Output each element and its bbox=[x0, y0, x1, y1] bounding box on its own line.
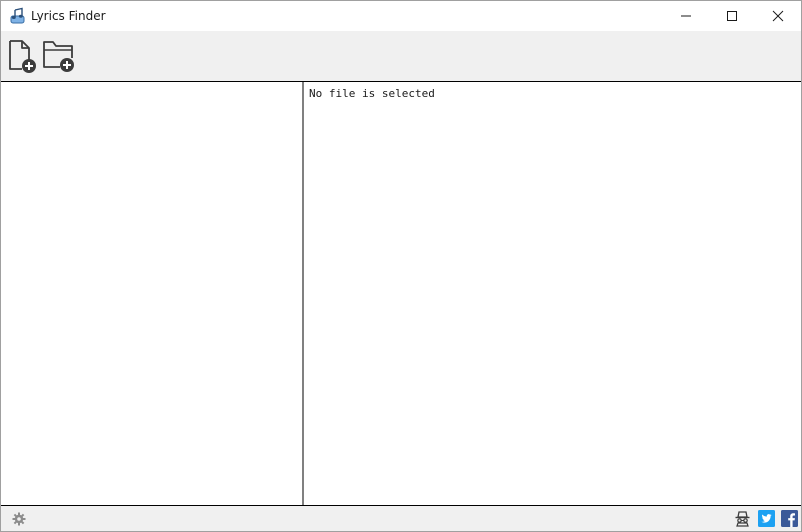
app-window: Lyrics Finder No file is selected bbox=[0, 0, 802, 532]
file-plus-icon bbox=[9, 40, 36, 73]
file-list-pane[interactable] bbox=[1, 82, 302, 505]
minimize-icon bbox=[681, 15, 691, 17]
folder-plus-icon bbox=[43, 41, 74, 72]
music-note-app-icon bbox=[10, 7, 25, 24]
maximize-button[interactable] bbox=[709, 1, 755, 31]
facebook-icon[interactable] bbox=[781, 510, 798, 527]
lyrics-pane[interactable]: No file is selected bbox=[304, 82, 801, 505]
status-bar bbox=[1, 506, 801, 531]
maximize-icon bbox=[727, 11, 737, 21]
no-file-message: No file is selected bbox=[309, 87, 435, 100]
add-file-button[interactable] bbox=[5, 38, 41, 74]
add-folder-button[interactable] bbox=[41, 38, 77, 74]
incognito-icon[interactable] bbox=[734, 510, 751, 527]
minimize-button[interactable] bbox=[663, 1, 709, 31]
main-panes: No file is selected bbox=[1, 81, 801, 506]
toolbar bbox=[1, 31, 801, 81]
window-title: Lyrics Finder bbox=[31, 9, 106, 23]
twitter-icon[interactable] bbox=[758, 510, 775, 527]
close-icon bbox=[772, 10, 784, 22]
close-button[interactable] bbox=[755, 1, 801, 31]
gear-icon[interactable] bbox=[12, 512, 26, 526]
title-bar[interactable]: Lyrics Finder bbox=[1, 1, 801, 31]
